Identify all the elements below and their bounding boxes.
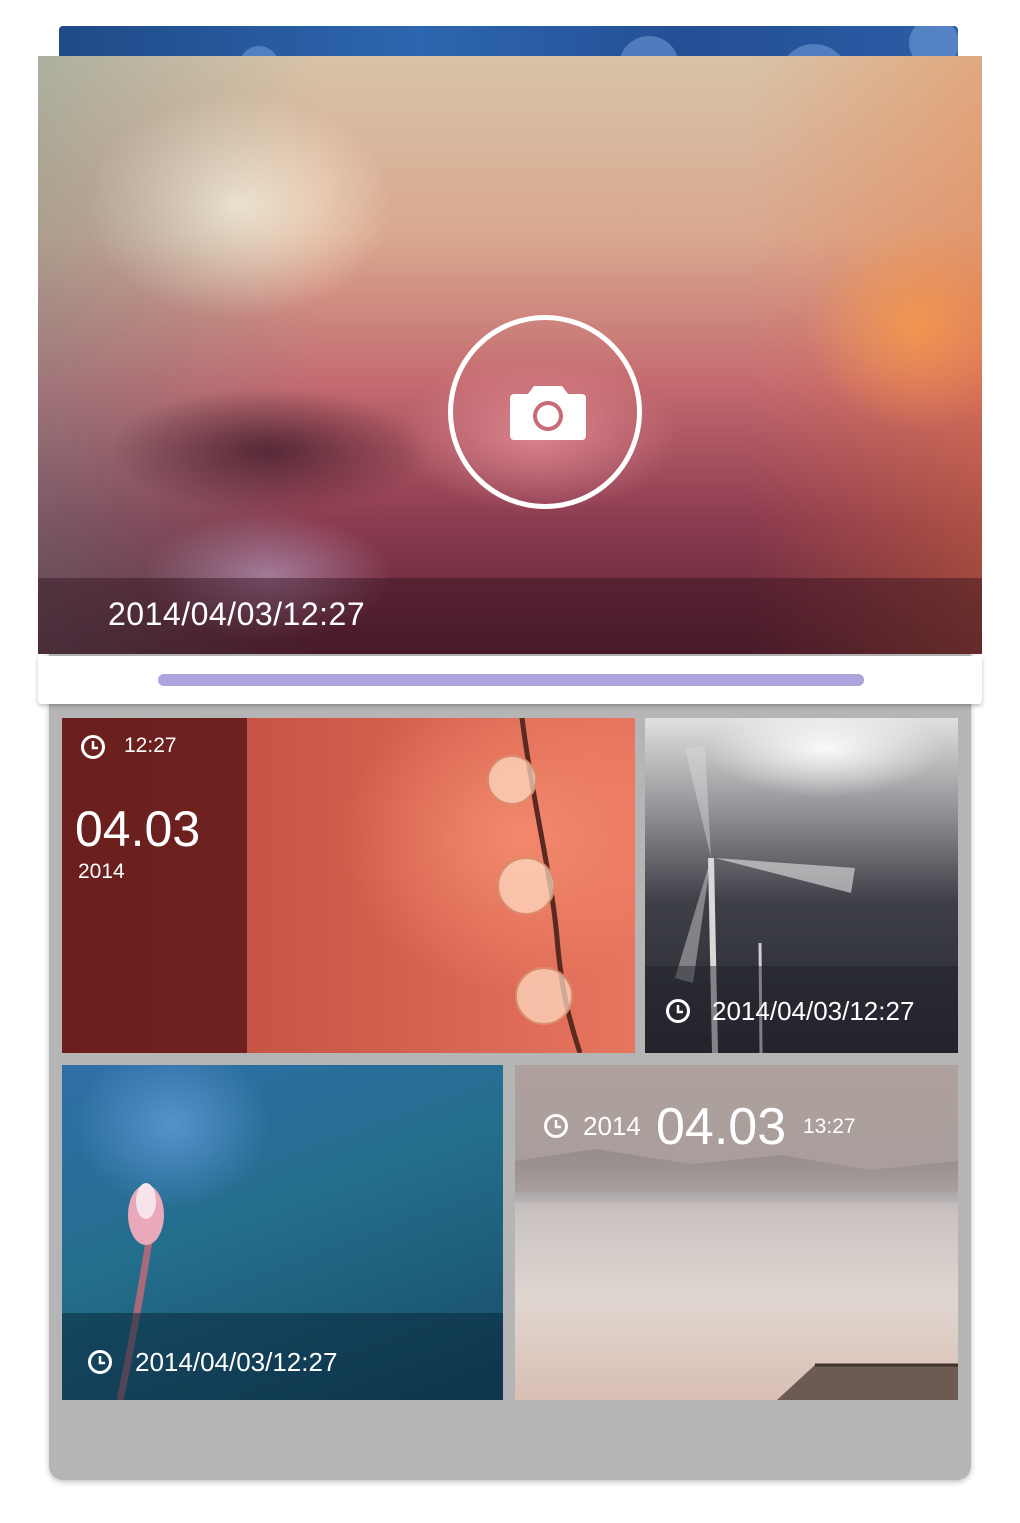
progress-panel	[38, 656, 982, 704]
tile-year: 2014	[78, 860, 125, 883]
droplet-stem-graphic	[487, 718, 583, 1053]
camera-icon	[510, 386, 586, 440]
progress-fill	[158, 674, 864, 686]
photo-tile-windmill[interactable]: 2014/04/03/12:27	[645, 718, 958, 1053]
tile-timestamp: 2014/04/03/12:27	[135, 1347, 338, 1377]
tile-date: 04.03	[656, 1098, 787, 1156]
tile-date: 04.03	[75, 801, 201, 857]
photo-tile-lake[interactable]: 2014 04.03 13:27	[515, 1065, 958, 1400]
hero-photo[interactable]: 2014/04/03/12:27	[38, 56, 982, 654]
camera-button[interactable]	[448, 315, 642, 509]
clock-icon	[544, 1114, 568, 1138]
clock-icon	[88, 1350, 112, 1374]
hero-timestamp: 2014/04/03/12:27	[108, 596, 366, 632]
clock-icon	[666, 999, 690, 1023]
photo-tile-flower[interactable]: 2014/04/03/12:27	[62, 1065, 503, 1400]
caption-bar: 2014 04.03 13:27	[515, 1065, 958, 1192]
hero-photo-detail	[38, 356, 498, 546]
hero-caption-bar: 2014/04/03/12:27	[38, 578, 982, 654]
tile-year: 2014	[583, 1111, 641, 1141]
progress-track[interactable]	[158, 674, 864, 686]
caption-bar: 2014/04/03/12:27	[645, 966, 958, 1053]
tile-timestamp: 2014/04/03/12:27	[712, 996, 915, 1026]
date-panel: 12:27 04.03 2014	[62, 718, 247, 1053]
caption-bar: 2014/04/03/12:27	[62, 1313, 503, 1400]
clock-icon	[81, 735, 105, 759]
tile-time: 13:27	[803, 1115, 856, 1138]
photo-tile-droplets[interactable]: 12:27 04.03 2014	[62, 718, 635, 1053]
tile-time: 12:27	[124, 734, 177, 757]
